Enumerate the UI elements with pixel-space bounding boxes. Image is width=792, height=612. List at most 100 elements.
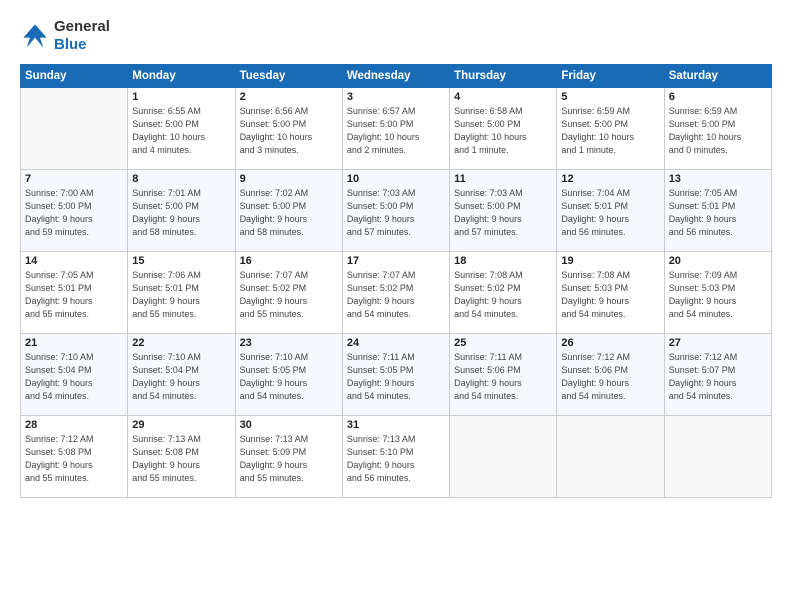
day-number: 3 (347, 91, 445, 103)
calendar-week-row: 28 Sunrise: 7:12 AMSunset: 5:08 PMDayligh… (21, 416, 772, 498)
day-info: Sunrise: 7:03 AMSunset: 5:00 PMDaylight:… (454, 187, 552, 239)
calendar-cell: 15 Sunrise: 7:06 AMSunset: 5:01 PMDayligh… (128, 252, 235, 334)
day-number: 10 (347, 173, 445, 185)
logo-text: General Blue (54, 18, 110, 54)
calendar-cell: 17 Sunrise: 7:07 AMSunset: 5:02 PMDayligh… (342, 252, 449, 334)
day-info: Sunrise: 7:01 AMSunset: 5:00 PMDaylight:… (132, 187, 230, 239)
calendar-cell: 18Sunrise: 7:08 AMSunset: 5:02 PMDayligh… (450, 252, 557, 334)
day-info: Sunrise: 7:11 AMSunset: 5:05 PMDaylight:… (347, 351, 445, 403)
calendar-week-row: 14 Sunrise: 7:05 AMSunset: 5:01 PMDayligh… (21, 252, 772, 334)
day-number: 19 (561, 255, 659, 267)
weekday-header: Wednesday (342, 65, 449, 88)
day-info: Sunrise: 7:09 AMSunset: 5:03 PMDaylight:… (669, 269, 767, 321)
day-info: Sunrise: 7:07 AMSunset: 5:02 PMDaylight:… (347, 269, 445, 321)
calendar-cell: 29Sunrise: 7:13 AMSunset: 5:08 PMDayligh… (128, 416, 235, 498)
calendar-cell: 8 Sunrise: 7:01 AMSunset: 5:00 PMDaylight… (128, 170, 235, 252)
day-number: 5 (561, 91, 659, 103)
logo: General Blue (20, 18, 110, 54)
day-number: 30 (240, 419, 338, 431)
calendar-cell: 13Sunrise: 7:05 AMSunset: 5:01 PMDayligh… (664, 170, 771, 252)
calendar-cell: 28 Sunrise: 7:12 AMSunset: 5:08 PMDayligh… (21, 416, 128, 498)
day-info: Sunrise: 7:10 AMSunset: 5:04 PMDaylight:… (25, 351, 123, 403)
day-number: 18 (454, 255, 552, 267)
day-info: Sunrise: 7:03 AMSunset: 5:00 PMDaylight:… (347, 187, 445, 239)
day-number: 23 (240, 337, 338, 349)
calendar-cell: 25Sunrise: 7:11 AMSunset: 5:06 PMDayligh… (450, 334, 557, 416)
day-info: Sunrise: 7:11 AMSunset: 5:06 PMDaylight:… (454, 351, 552, 403)
day-number: 20 (669, 255, 767, 267)
calendar-week-row: 1 Sunrise: 6:55 AMSunset: 5:00 PMDaylight… (21, 88, 772, 170)
day-info: Sunrise: 7:05 AMSunset: 5:01 PMDaylight:… (669, 187, 767, 239)
day-number: 15 (132, 255, 230, 267)
calendar-cell (450, 416, 557, 498)
calendar-cell (664, 416, 771, 498)
day-info: Sunrise: 7:10 AMSunset: 5:05 PMDaylight:… (240, 351, 338, 403)
calendar-week-row: 21 Sunrise: 7:10 AMSunset: 5:04 PMDayligh… (21, 334, 772, 416)
day-info: Sunrise: 6:55 AMSunset: 5:00 PMDaylight:… (132, 105, 230, 157)
calendar-cell: 30 Sunrise: 7:13 AMSunset: 5:09 PMDayligh… (235, 416, 342, 498)
calendar-cell: 24Sunrise: 7:11 AMSunset: 5:05 PMDayligh… (342, 334, 449, 416)
day-info: Sunrise: 7:06 AMSunset: 5:01 PMDaylight:… (132, 269, 230, 321)
calendar-cell: 9Sunrise: 7:02 AMSunset: 5:00 PMDaylight… (235, 170, 342, 252)
day-number: 29 (132, 419, 230, 431)
day-number: 7 (25, 173, 123, 185)
day-info: Sunrise: 7:12 AMSunset: 5:07 PMDaylight:… (669, 351, 767, 403)
day-info: Sunrise: 7:13 AMSunset: 5:10 PMDaylight:… (347, 433, 445, 485)
calendar-cell: 1 Sunrise: 6:55 AMSunset: 5:00 PMDaylight… (128, 88, 235, 170)
calendar-cell: 22 Sunrise: 7:10 AMSunset: 5:04 PMDayligh… (128, 334, 235, 416)
calendar-cell: 10 Sunrise: 7:03 AMSunset: 5:00 PMDayligh… (342, 170, 449, 252)
day-info: Sunrise: 6:59 AMSunset: 5:00 PMDaylight:… (561, 105, 659, 157)
day-number: 26 (561, 337, 659, 349)
weekday-header: Tuesday (235, 65, 342, 88)
calendar-cell: 16Sunrise: 7:07 AMSunset: 5:02 PMDayligh… (235, 252, 342, 334)
calendar-cell: 6 Sunrise: 6:59 AMSunset: 5:00 PMDaylight… (664, 88, 771, 170)
calendar-cell: 23 Sunrise: 7:10 AMSunset: 5:05 PMDayligh… (235, 334, 342, 416)
day-number: 6 (669, 91, 767, 103)
day-info: Sunrise: 7:12 AMSunset: 5:08 PMDaylight:… (25, 433, 123, 485)
day-info: Sunrise: 7:00 AMSunset: 5:00 PMDaylight:… (25, 187, 123, 239)
day-info: Sunrise: 6:56 AMSunset: 5:00 PMDaylight:… (240, 105, 338, 157)
day-number: 21 (25, 337, 123, 349)
day-number: 16 (240, 255, 338, 267)
day-info: Sunrise: 6:59 AMSunset: 5:00 PMDaylight:… (669, 105, 767, 157)
weekday-header: Friday (557, 65, 664, 88)
day-number: 22 (132, 337, 230, 349)
day-info: Sunrise: 7:08 AMSunset: 5:03 PMDaylight:… (561, 269, 659, 321)
weekday-header: Monday (128, 65, 235, 88)
calendar-cell: 14 Sunrise: 7:05 AMSunset: 5:01 PMDayligh… (21, 252, 128, 334)
day-number: 1 (132, 91, 230, 103)
calendar-cell: 2 Sunrise: 6:56 AMSunset: 5:00 PMDaylight… (235, 88, 342, 170)
page: General Blue SundayMondayTuesdayWednesda… (0, 0, 792, 612)
weekday-header: Sunday (21, 65, 128, 88)
day-info: Sunrise: 7:05 AMSunset: 5:01 PMDaylight:… (25, 269, 123, 321)
day-number: 12 (561, 173, 659, 185)
day-number: 9 (240, 173, 338, 185)
calendar-cell: 21 Sunrise: 7:10 AMSunset: 5:04 PMDayligh… (21, 334, 128, 416)
day-number: 28 (25, 419, 123, 431)
calendar-cell: 31Sunrise: 7:13 AMSunset: 5:10 PMDayligh… (342, 416, 449, 498)
day-number: 4 (454, 91, 552, 103)
calendar-cell: 20 Sunrise: 7:09 AMSunset: 5:03 PMDayligh… (664, 252, 771, 334)
calendar-cell: 5 Sunrise: 6:59 AMSunset: 5:00 PMDaylight… (557, 88, 664, 170)
calendar-cell (21, 88, 128, 170)
day-info: Sunrise: 6:57 AMSunset: 5:00 PMDaylight:… (347, 105, 445, 157)
weekday-header: Saturday (664, 65, 771, 88)
calendar-week-row: 7 Sunrise: 7:00 AMSunset: 5:00 PMDaylight… (21, 170, 772, 252)
day-info: Sunrise: 7:13 AMSunset: 5:09 PMDaylight:… (240, 433, 338, 485)
calendar-cell: 12 Sunrise: 7:04 AMSunset: 5:01 PMDayligh… (557, 170, 664, 252)
day-info: Sunrise: 7:04 AMSunset: 5:01 PMDaylight:… (561, 187, 659, 239)
day-number: 17 (347, 255, 445, 267)
day-number: 8 (132, 173, 230, 185)
calendar-cell: 7 Sunrise: 7:00 AMSunset: 5:00 PMDaylight… (21, 170, 128, 252)
day-info: Sunrise: 7:10 AMSunset: 5:04 PMDaylight:… (132, 351, 230, 403)
header: General Blue (20, 18, 772, 54)
calendar-cell: 3 Sunrise: 6:57 AMSunset: 5:00 PMDaylight… (342, 88, 449, 170)
calendar-cell: 11Sunrise: 7:03 AMSunset: 5:00 PMDayligh… (450, 170, 557, 252)
day-info: Sunrise: 7:12 AMSunset: 5:06 PMDaylight:… (561, 351, 659, 403)
calendar-cell: 26 Sunrise: 7:12 AMSunset: 5:06 PMDayligh… (557, 334, 664, 416)
day-number: 14 (25, 255, 123, 267)
calendar-cell: 19 Sunrise: 7:08 AMSunset: 5:03 PMDayligh… (557, 252, 664, 334)
logo-icon (20, 21, 50, 51)
calendar-cell: 4Sunrise: 6:58 AMSunset: 5:00 PMDaylight… (450, 88, 557, 170)
day-number: 2 (240, 91, 338, 103)
